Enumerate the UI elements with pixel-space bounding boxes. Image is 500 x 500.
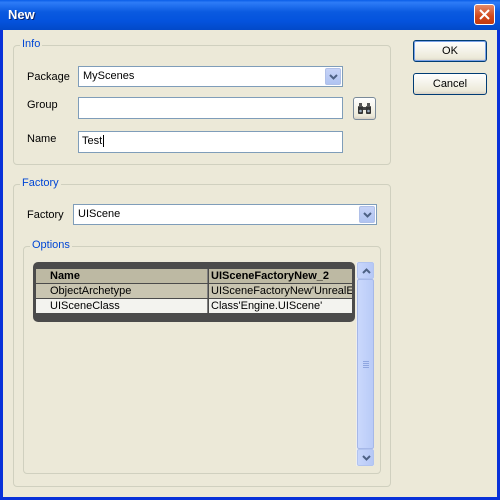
close-button[interactable] <box>474 4 495 25</box>
table-row[interactable]: ObjectArchetype UISceneFactoryNew'Unreal… <box>36 284 352 298</box>
column-header-name[interactable]: Name <box>36 269 208 283</box>
property-grid-header: Name UISceneFactoryNew_2 <box>36 269 352 283</box>
name-input[interactable]: Test <box>78 131 343 153</box>
browse-group-button[interactable] <box>353 97 376 120</box>
package-value: MyScenes <box>83 70 135 82</box>
factory-group-label: Factory <box>20 177 61 189</box>
name-value: Test <box>82 135 103 147</box>
arrow-down-icon <box>362 455 371 461</box>
factory-label: Factory <box>27 209 64 221</box>
column-header-value[interactable]: UISceneFactoryNew_2 <box>209 269 352 283</box>
package-dropdown-button[interactable] <box>325 68 341 85</box>
property-grid: Name UISceneFactoryNew_2 ObjectArchetype… <box>33 262 355 322</box>
factory-dropdown-button[interactable] <box>359 206 375 223</box>
property-value-cell[interactable]: Class'Engine.UIScene' <box>209 299 352 313</box>
package-label: Package <box>27 71 70 83</box>
vertical-scrollbar[interactable] <box>356 262 374 466</box>
thumb-grip <box>363 363 369 364</box>
package-dropdown[interactable]: MyScenes <box>78 66 343 87</box>
thumb-grip <box>363 365 369 366</box>
info-group-label: Info <box>20 38 43 50</box>
property-value-cell[interactable]: UISceneFactoryNew'UnrealEd <box>209 284 352 298</box>
factory-dropdown[interactable]: UIScene <box>73 204 377 225</box>
arrow-up-icon <box>362 268 371 274</box>
options-group-label: Options <box>30 239 72 251</box>
group-input[interactable] <box>78 97 343 119</box>
table-row[interactable]: UISceneClass Class'Engine.UIScene' <box>36 299 352 313</box>
scroll-thumb[interactable] <box>357 279 374 449</box>
ok-button[interactable]: OK <box>413 40 487 62</box>
scroll-up-button[interactable] <box>357 262 374 279</box>
thumb-grip <box>363 367 369 368</box>
cancel-button[interactable]: Cancel <box>413 73 487 95</box>
scroll-down-button[interactable] <box>357 449 374 466</box>
thumb-grip <box>363 361 369 362</box>
name-label: Name <box>27 133 57 145</box>
property-name-cell[interactable]: UISceneClass <box>36 299 208 313</box>
factory-value: UIScene <box>78 208 121 220</box>
property-grid-area: Name UISceneFactoryNew_2 ObjectArchetype… <box>33 262 355 464</box>
binoculars-icon <box>358 103 371 114</box>
title-bar[interactable]: New <box>0 0 500 30</box>
close-icon <box>479 9 490 20</box>
text-caret <box>103 135 105 148</box>
property-name-cell[interactable]: ObjectArchetype <box>36 284 208 298</box>
window-title: New <box>8 7 35 22</box>
chevron-down-icon <box>363 212 372 218</box>
chevron-down-icon <box>329 74 338 80</box>
group-label: Group <box>27 99 58 111</box>
